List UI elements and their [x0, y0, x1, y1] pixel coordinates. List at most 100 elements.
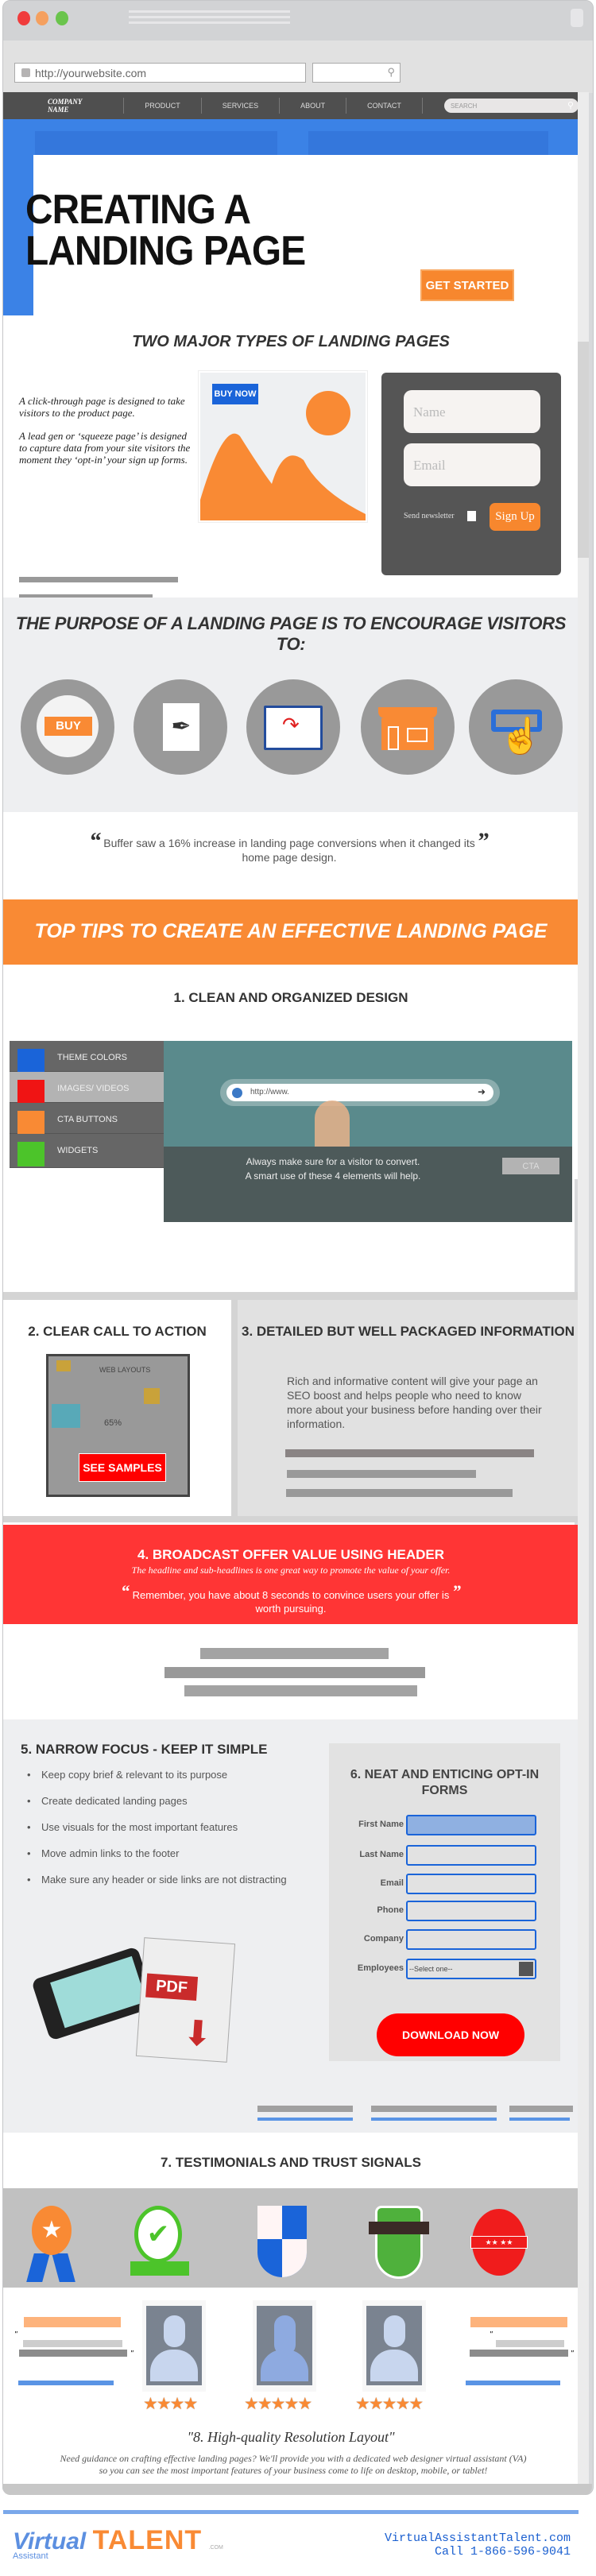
book-arrow-icon: ↷: [264, 706, 323, 750]
hero-title-main-line1: CREATING A: [25, 187, 251, 233]
phone-number[interactable]: Call 1-866-596-9041: [385, 2545, 571, 2559]
scrollbar-thumb[interactable]: [578, 342, 589, 558]
newsletter-checkbox[interactable]: [467, 511, 476, 521]
title-placeholder-line: [129, 16, 290, 18]
tip-quote-text: Remember, you have about 8 seconds to co…: [132, 1589, 450, 1615]
employees-select[interactable]: --Select one--: [406, 1959, 536, 1979]
tip-title: 7. TESTIMONIALS AND TRUST SIGNALS: [160, 2155, 422, 2170]
virtual-assistant-talent-logo[interactable]: Virtual TALENT .COM Assistant: [13, 2525, 223, 2561]
star-icon: ★: [408, 2395, 424, 2413]
last-name-input[interactable]: [406, 1845, 536, 1866]
search-placeholder: SEARCH: [450, 102, 478, 110]
tip-bullets: Keep copy brief & relevant to its purpos…: [27, 1769, 297, 1900]
address-bar[interactable]: http://yourwebsite.com: [14, 63, 306, 83]
form-row: Employees --Select one--: [329, 1959, 560, 1979]
rating-stars: ★★★★★: [244, 2394, 312, 2414]
address-text: http://yourwebsite.com: [35, 66, 147, 79]
placeholder-line: [371, 2106, 497, 2112]
window-bottom-bar: [2, 2484, 592, 2495]
element-theme-colors[interactable]: THEME COLORS: [10, 1041, 164, 1073]
purpose-circle: ↷: [246, 679, 340, 775]
cta-button[interactable]: CTA: [502, 1158, 559, 1174]
sign-up-button[interactable]: Sign Up: [490, 503, 540, 531]
get-started-button[interactable]: GET STARTED: [420, 269, 514, 301]
placeholder-line: [287, 1470, 476, 1478]
window-menu-button[interactable]: [571, 9, 583, 27]
web-layouts-illustration: WEB LAYOUTS 65% SEE SAMPLES: [46, 1354, 190, 1497]
search-icon: ⚲: [387, 66, 395, 78]
go-arrow-icon[interactable]: ➜: [478, 1086, 486, 1097]
email-input[interactable]: [406, 1874, 536, 1894]
close-window-button[interactable]: [17, 11, 30, 25]
message-line: A smart use of these 4 elements will hel…: [245, 1170, 421, 1182]
open-quote-icon: ": [490, 2330, 493, 2339]
placeholder-line: [470, 2350, 568, 2357]
crest-banner-icon: [369, 2206, 429, 2282]
nav-brand[interactable]: COMPANY NAME: [3, 98, 125, 114]
download-arrow-icon: ⬇: [181, 2013, 214, 2055]
browser-toolbar: http://yourwebsite.com ⚲: [3, 41, 593, 93]
minimize-window-button[interactable]: [36, 11, 48, 25]
mock-address-bar[interactable]: http://www. ➜: [220, 1079, 500, 1106]
search-icon[interactable]: ⚲: [567, 100, 574, 110]
element-cta-buttons[interactable]: CTA BUTTONS: [10, 1103, 164, 1135]
email-field[interactable]: Email: [404, 443, 540, 486]
see-samples-button[interactable]: SEE SAMPLES: [79, 1453, 166, 1482]
star-icon: ★: [355, 2395, 370, 2413]
tip-4: 4. BROADCAST OFFER VALUE USING HEADER Th…: [3, 1525, 579, 1624]
tips-banner: TOP TIPS TO CREATE AN EFFECTIVE LANDING …: [3, 899, 579, 965]
tip-title: "8. High-quality Resolution Layout": [187, 2429, 395, 2445]
site-search-input[interactable]: SEARCH ⚲: [443, 99, 579, 113]
name-field[interactable]: Name: [404, 390, 540, 433]
landing-page-types: TWO MAJOR TYPES OF LANDING PAGES A click…: [3, 315, 579, 664]
rating-stars: ★★★★: [143, 2394, 198, 2414]
testimonials: " " ★★★★ ★★★★★ ★★★★★ " ": [3, 2288, 579, 2423]
last-name-label: Last Name: [359, 1850, 404, 1859]
placeholder-link: [509, 2118, 570, 2121]
form-row: Email: [329, 1874, 560, 1894]
placeholder-line: [286, 1489, 513, 1497]
chevron-down-icon[interactable]: [519, 1962, 533, 1976]
nav-item-product[interactable]: PRODUCT: [124, 98, 202, 114]
star-icon: ★: [183, 2395, 198, 2413]
checkmark-seal-icon: ✔: [130, 2206, 189, 2282]
form-row: First Name: [329, 1815, 560, 1835]
stat-label: 65%: [104, 1418, 122, 1428]
mock-url-text: http://www.: [250, 1088, 289, 1097]
phone-input[interactable]: [406, 1901, 536, 1921]
website-link[interactable]: VirtualAssistantTalent.com: [385, 2532, 571, 2545]
bullet-item: Keep copy brief & relevant to its purpos…: [27, 1769, 297, 1781]
logo-com: .COM: [208, 2545, 223, 2551]
nav-item-contact[interactable]: CONTACT: [346, 98, 423, 114]
tip-text: Rich and informative content will give y…: [287, 1375, 542, 1430]
elements-sidebar: THEME COLORS IMAGES/ VIDEOS CTA BUTTONS …: [10, 1041, 164, 1168]
nav-item-about[interactable]: ABOUT: [280, 98, 347, 114]
message-line: Always make sure for a visitor to conver…: [246, 1156, 420, 1167]
hero-title-main-line2: LANDING PAGE: [25, 228, 306, 274]
maximize-window-button[interactable]: [56, 11, 68, 25]
pdf-document-icon: PDF ⬇: [135, 1937, 236, 2063]
placeholder-line: [200, 1648, 389, 1659]
tips-5-6: 5. NARROW FOCUS - KEEP IT SIMPLE Keep co…: [3, 1719, 579, 2133]
stat-quote-text: Buffer saw a 16% increase in landing pag…: [103, 837, 475, 864]
element-widgets[interactable]: WIDGETS: [10, 1134, 164, 1168]
page-content: COMPANY NAME PRODUCT SERVICES ABOUT CONT…: [3, 92, 579, 2576]
first-name-input[interactable]: [406, 1815, 536, 1835]
purpose-circle: ✒: [134, 679, 227, 775]
tip-1: 1. CLEAN AND ORGANIZED DESIGN THEME COLO…: [3, 965, 579, 1222]
company-label: Company: [363, 1934, 404, 1944]
tip-title: 4. BROADCAST OFFER VALUE USING HEADER: [137, 1547, 444, 1562]
tip-4-placeholder: [3, 1624, 579, 1719]
scrollbar[interactable]: [578, 92, 589, 2484]
form-row: Last Name: [329, 1845, 560, 1866]
download-now-button[interactable]: DOWNLOAD NOW: [377, 2013, 524, 2056]
tip-2: 2. CLEAR CALL TO ACTION WEB LAYOUTS 65% …: [3, 1300, 231, 1516]
opt-in-form: 6. NEAT AND ENTICING OPT-IN FORMS First …: [329, 1743, 560, 2061]
element-images-videos[interactable]: IMAGES/ VIDEOS: [10, 1072, 164, 1104]
click-through-description: A click-through page is designed to take…: [19, 395, 185, 419]
nav-item-services[interactable]: SERVICES: [202, 98, 281, 114]
mountain-icon: [200, 433, 366, 520]
types-description: A click-through page is designed to take…: [19, 395, 192, 477]
company-input[interactable]: [406, 1929, 536, 1950]
browser-search-box[interactable]: ⚲: [312, 63, 401, 83]
